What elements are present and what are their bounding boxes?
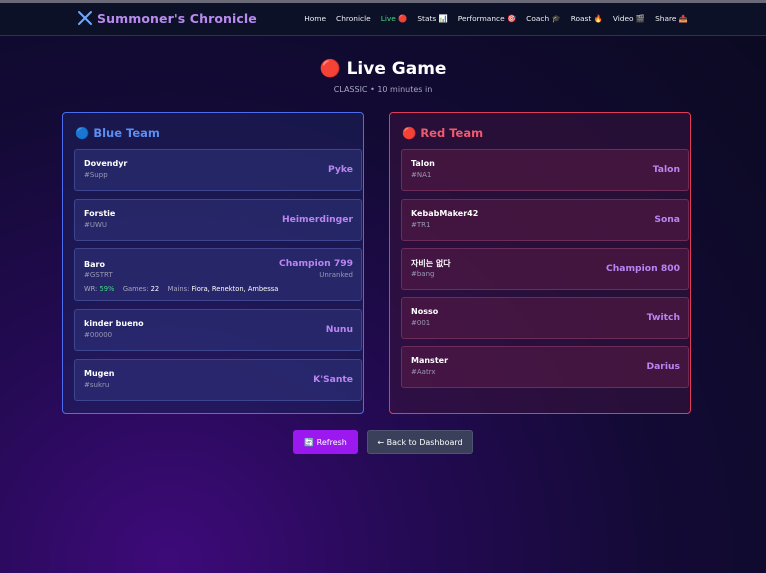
player-tag: #GSTRT	[84, 271, 113, 279]
red-team-panel: 🔴 Red Team Talon #NA1 Talon KebabMaker42…	[389, 112, 691, 414]
player-name: Manster	[411, 356, 449, 365]
nav-video[interactable]: Video 🎬	[613, 14, 645, 23]
champion-name: Champion 800	[605, 263, 680, 274]
player-card[interactable]: Manster #Aatrx Darius	[401, 346, 689, 388]
player-stats: WR: 59% Games: 22 Mains: Fiora, Renekton…	[84, 285, 278, 293]
winrate-label: WR:	[84, 285, 98, 293]
player-card[interactable]: kinder bueno #00000 Nunu	[74, 309, 362, 351]
blue-team-panel: 🔵 Blue Team Dovendyr #Supp Pyke Forstie …	[62, 112, 364, 414]
game-subtitle: CLASSIC • 10 minutes in	[333, 85, 433, 94]
refresh-button[interactable]: 🔄 Refresh	[293, 430, 358, 454]
player-name: Baro	[84, 260, 105, 269]
top-navbar: Summoner's Chronicle Home Chronicle Live…	[0, 3, 766, 36]
player-card[interactable]: Dovendyr #Supp Pyke	[74, 149, 362, 191]
nav-chronicle[interactable]: Chronicle	[336, 14, 371, 23]
player-card[interactable]: 자비는 없다 #bang Champion 800	[401, 248, 689, 290]
page-title: 🔴 Live Game	[319, 59, 447, 79]
player-card[interactable]: Talon #NA1 Talon	[401, 149, 689, 191]
brand-title: Summoner's Chronicle	[97, 10, 257, 26]
player-tag: #Supp	[84, 171, 108, 179]
player-tag: #UWU	[84, 221, 108, 229]
crossed-swords-icon	[78, 11, 92, 25]
champion-name: Pyke	[328, 164, 353, 175]
champion-name: Sona	[654, 214, 680, 225]
player-name: Mugen	[84, 369, 115, 378]
nav-home[interactable]: Home	[304, 14, 326, 23]
champion-name: Nunu	[325, 324, 353, 335]
mains-value: Fiora, Renekton, Ambessa	[191, 285, 279, 293]
player-card[interactable]: Forstie #UWU Heimerdinger	[74, 199, 362, 241]
winrate-value: 59%	[99, 285, 115, 293]
player-card[interactable]: Nosso #001 Twitch	[401, 297, 689, 339]
nav-links: Home Chronicle Live 🔴 Stats 📊 Performanc…	[304, 14, 688, 23]
player-name: Talon	[411, 159, 435, 168]
blue-team-title: 🔵 Blue Team	[75, 126, 160, 140]
games-label: Games:	[122, 285, 149, 293]
red-team-title: 🔴 Red Team	[402, 126, 484, 140]
nav-coach[interactable]: Coach 🎓	[526, 14, 561, 23]
player-tag: #TR1	[411, 221, 431, 229]
nav-live[interactable]: Live 🔴	[381, 14, 408, 23]
champion-name: Twitch	[646, 312, 680, 323]
player-card[interactable]: KebabMaker42 #TR1 Sona	[401, 199, 689, 241]
champion-name: Darius	[646, 361, 680, 372]
champion-name: K'Sante	[313, 374, 353, 385]
player-rank: Unranked	[319, 271, 353, 279]
player-name: Nosso	[411, 307, 439, 316]
player-card[interactable]: Baro #GSTRT Champion 799 Unranked WR: 59…	[74, 248, 362, 301]
player-name: 자비는 없다	[411, 259, 451, 268]
games-value: 22	[150, 285, 160, 293]
player-tag: #sukru	[84, 381, 110, 389]
player-name: Dovendyr	[84, 159, 128, 168]
player-name: KebabMaker42	[411, 209, 479, 218]
brand-link[interactable]: Summoner's Chronicle	[77, 10, 257, 26]
champion-name: Champion 799	[278, 258, 353, 269]
nav-roast[interactable]: Roast 🔥	[571, 14, 603, 23]
player-name: Forstie	[84, 209, 116, 218]
nav-performance[interactable]: Performance 🎯	[458, 14, 516, 23]
page-title-row: 🔴 Live Game	[0, 59, 766, 79]
player-tag: #00000	[84, 331, 113, 339]
nav-stats[interactable]: Stats 📊	[417, 14, 447, 23]
nav-share[interactable]: Share 📤	[655, 14, 688, 23]
mains-label: Mains:	[167, 285, 190, 293]
player-tag: #001	[411, 319, 431, 327]
player-tag: #bang	[411, 270, 435, 278]
player-card[interactable]: Mugen #sukru K'Sante	[74, 359, 362, 401]
player-tag: #NA1	[411, 171, 432, 179]
champion-name: Heimerdinger	[281, 214, 353, 225]
player-tag: #Aatrx	[411, 368, 436, 376]
back-to-dashboard-button[interactable]: ← Back to Dashboard	[367, 430, 473, 454]
player-name: kinder bueno	[84, 319, 144, 328]
champion-name: Talon	[652, 164, 680, 175]
